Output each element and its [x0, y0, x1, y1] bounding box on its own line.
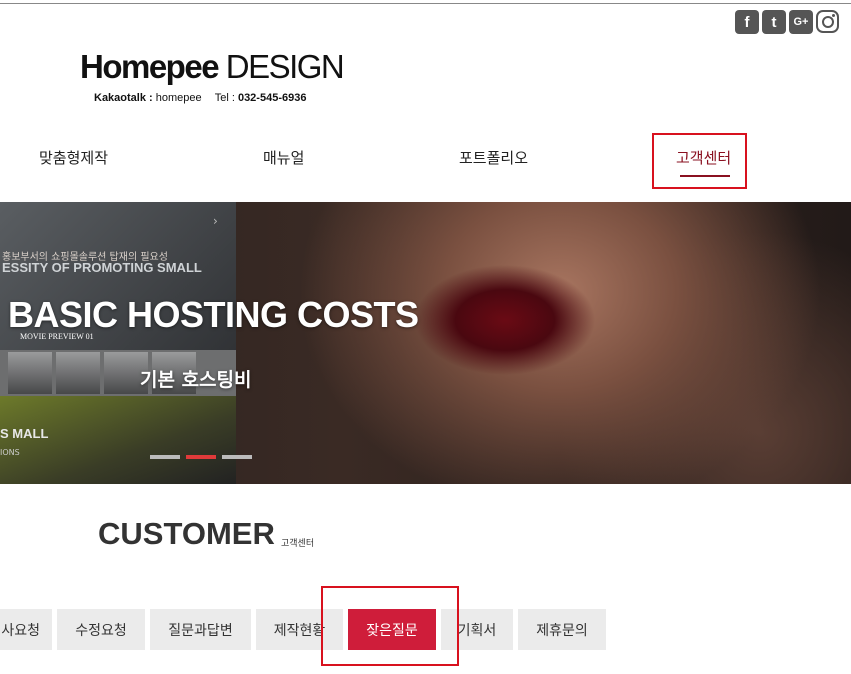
tab-highlight-box [321, 586, 459, 666]
tel-number: 032-545-6936 [234, 92, 307, 104]
facebook-icon[interactable]: f [735, 10, 759, 34]
thumbnail-cell [56, 352, 100, 394]
tab-request[interactable]: 사요청 [0, 609, 52, 650]
thumb-text: S MALL [0, 426, 49, 441]
tab-modification-request[interactable]: 수정요청 [57, 609, 145, 650]
section-subtitle: 고객센터 [281, 539, 315, 549]
top-border [0, 3, 851, 4]
thumb-text: IONS [0, 448, 20, 457]
twitter-icon[interactable]: t [762, 10, 786, 34]
banner-thumbnail-collage: 홍보부서의 쇼핑몰솔루션 탑재의 필요성 ESSITY OF PROMOTING… [0, 202, 236, 484]
logo-wordmark: Homepee DESIGN [80, 48, 345, 85]
kakao-label: Kakaotalk : [94, 92, 153, 104]
tab-partnership-inquiry[interactable]: 제휴문의 [518, 609, 606, 650]
kakao-id: homepee [152, 92, 202, 104]
nav-item-manual[interactable]: 매뉴얼 [263, 147, 304, 168]
thumbnail-small-mall: S MALL IONS [0, 396, 236, 484]
social-links: f t G+ [735, 10, 839, 34]
site-logo[interactable]: Homepee DESIGN Kakaotalk : homepee Tel :… [80, 48, 345, 104]
slide-dot[interactable] [222, 455, 252, 459]
tab-qna[interactable]: 질문과답변 [150, 609, 251, 650]
thumb-text: ESSITY OF PROMOTING SMALL [2, 260, 202, 275]
chevron-right-icon: › [213, 214, 218, 228]
logo-contact: Kakaotalk : homepee Tel : 032-545-6936 [94, 92, 306, 104]
banner-title: BASIC HOSTING COSTS [8, 294, 419, 335]
nav-highlight-box [652, 133, 747, 189]
slide-dot[interactable] [150, 455, 180, 459]
tel-label: Tel : [214, 92, 235, 104]
section-title: CUSTOMER [98, 516, 275, 551]
hero-banner: 홍보부서의 쇼핑몰솔루션 탑재의 필요성 ESSITY OF PROMOTING… [0, 202, 851, 484]
google-plus-icon[interactable]: G+ [789, 10, 813, 34]
instagram-icon[interactable] [816, 10, 839, 33]
thumbnail-cell [8, 352, 52, 394]
nav-item-portfolio[interactable]: 포트폴리오 [459, 147, 528, 168]
nav-item-custom[interactable]: 맞춤형제작 [39, 147, 108, 168]
banner-subtitle: 기본 호스팅비 [140, 369, 252, 391]
slide-dot-active[interactable] [186, 455, 216, 459]
slider-indicators [150, 455, 252, 459]
thumbnail-promo: 홍보부서의 쇼핑몰솔루션 탑재의 필요성 ESSITY OF PROMOTING… [0, 202, 236, 372]
